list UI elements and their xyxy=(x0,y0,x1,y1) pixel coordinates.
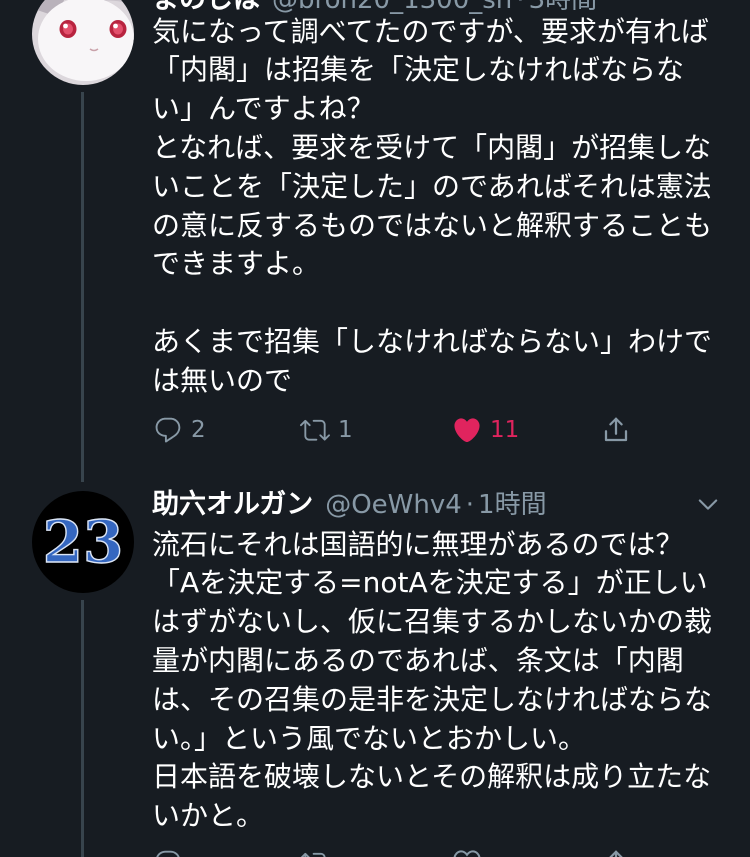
retweet-icon xyxy=(300,848,330,857)
share-icon xyxy=(601,415,631,445)
tweet-text-line: 量が内閣にあるのであれば、条文は「内閣 xyxy=(152,643,684,677)
handle[interactable]: @OeWhv4 xyxy=(325,490,462,520)
heart-icon xyxy=(452,415,482,445)
tweet-text-line: は、その召集の是非を決定しなければならな xyxy=(152,682,713,716)
tweet-text: 流石にそれは国語的に無理があるのでは？ 「Aを決定する=notAを決定する」が正… xyxy=(152,526,712,836)
tweet-text-line: はずがないし、仮に召集するかしないかの裁 xyxy=(152,605,713,639)
tweet-text-line: 流石にそれは国語的に無理があるのでは？ xyxy=(152,527,684,561)
tweet-text-line: 「内閣」は招集を「決定しなければならな xyxy=(152,53,685,87)
tweet-text-line: 「Aを決定する=notAを決定する」が正しい xyxy=(152,566,708,600)
tweet-text-line: いかと。 xyxy=(152,799,265,833)
reply-button[interactable]: 2 xyxy=(153,415,206,445)
number-avatar-icon: 23 xyxy=(32,491,134,593)
tweet-text-line: の意に反するものではないと解釈することも xyxy=(152,208,713,242)
tweet-text-line: あくまで招集「しなければならない」わけで xyxy=(152,324,713,358)
tweet-text-line: 日本語を破壊しないとその解釈は成り立たな xyxy=(152,760,712,794)
tweet-text: 気になって調べてたのですが、要求が有れば 「内閣」は招集を「決定しなければならな… xyxy=(152,13,712,401)
share-button[interactable] xyxy=(601,848,631,857)
more-options-button[interactable] xyxy=(694,490,722,518)
reply-button[interactable] xyxy=(153,848,183,857)
avatar[interactable]: 23 xyxy=(32,491,134,593)
reply-count: 2 xyxy=(191,417,206,443)
like-button[interactable] xyxy=(452,848,482,857)
avatar[interactable] xyxy=(32,0,134,85)
tweet-text-line: い」んですよね？ xyxy=(152,92,375,126)
like-button[interactable]: 11 xyxy=(452,415,519,445)
like-count: 11 xyxy=(490,417,520,443)
share-icon xyxy=(601,848,631,857)
tweet-text-line: となれば、要求を受けて「内閣」が招集しな xyxy=(152,130,712,164)
chevron-down-icon xyxy=(698,499,718,510)
retweet-count: 1 xyxy=(338,417,353,443)
share-button[interactable] xyxy=(601,415,631,445)
tweet-header: 助六オルガン @OeWhv4 · 1時間 xyxy=(152,486,547,524)
heart-outline-icon xyxy=(452,848,482,857)
timestamp[interactable]: 1時間 xyxy=(478,490,547,520)
retweet-button[interactable] xyxy=(300,848,330,857)
tweet-text-line: い。」という風でないとおかしい。 xyxy=(152,721,587,755)
thread-line xyxy=(81,600,84,857)
retweet-button[interactable]: 1 xyxy=(300,415,353,445)
avatar-clip xyxy=(32,0,135,86)
display-name[interactable]: 助六オルガン xyxy=(152,489,313,520)
retweet-icon xyxy=(300,415,330,445)
reply-icon xyxy=(153,415,183,445)
thread-line xyxy=(81,92,84,482)
tweet-text-line: いことを「決定した」のであればそれは憲法 xyxy=(152,169,712,203)
avatar-number: 23 xyxy=(43,508,124,576)
reply-icon xyxy=(153,848,183,857)
tweet-text-line: は無いので xyxy=(152,363,293,397)
tweet-text-line: 気になって調べてたのですが、要求が有れば xyxy=(152,14,709,48)
tweet-text-line: できますよ。 xyxy=(152,247,321,281)
kyubey-avatar-icon xyxy=(32,0,134,85)
action-bar-clip xyxy=(0,848,750,857)
separator-dot: · xyxy=(465,490,475,520)
